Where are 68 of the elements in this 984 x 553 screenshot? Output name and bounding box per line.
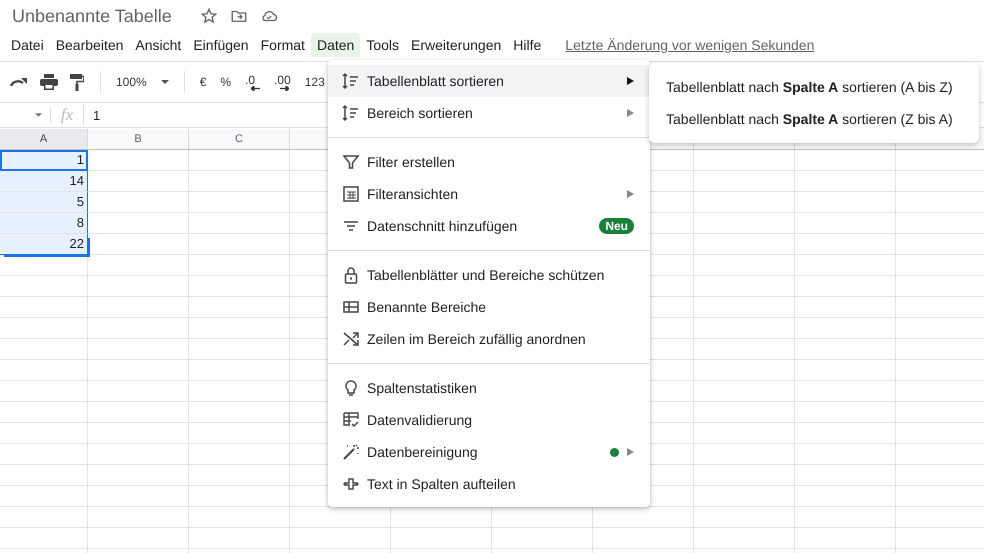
menu-label: Datenbereinigung [367, 444, 479, 460]
table-cell[interactable]: 8 [0, 213, 88, 234]
fx-label: fx [51, 105, 84, 125]
star-icon[interactable] [200, 7, 218, 25]
magic-wand-icon [342, 443, 360, 461]
menu-label: Zeilen im Bereich zufällig anordnen [367, 331, 587, 347]
column-header[interactable]: B [88, 129, 189, 149]
menu-item[interactable]: Spaltenstatistiken [328, 372, 650, 404]
menu-item[interactable]: Text in Spalten aufteilen [328, 468, 650, 500]
print-icon[interactable] [40, 74, 58, 90]
column-header[interactable]: A [0, 129, 88, 149]
menu-item[interactable]: Bearbeiten [50, 33, 130, 57]
percent-button[interactable]: % [213, 71, 238, 93]
document-title[interactable]: Unbenannte Tabelle [12, 6, 172, 26]
menu-item[interactable]: Tools [360, 33, 405, 57]
menu-label: Spaltenstatistiken [367, 380, 478, 396]
sort-icon [342, 104, 360, 122]
arrow-left-icon [251, 86, 260, 90]
increase-decimals-button[interactable]: .00 [267, 72, 298, 92]
menu-item[interactable]: Datenbereinigung [328, 436, 650, 468]
menu-item[interactable]: Ansicht [129, 33, 188, 57]
menu-item[interactable]: Datenvalidierung [328, 404, 650, 436]
table-cell[interactable]: 22 [0, 234, 88, 255]
menu-item[interactable]: Benannte Bereiche [328, 291, 650, 323]
menu-label: Tabellenblatt sortieren [367, 73, 505, 89]
menu-item[interactable]: Daten [310, 33, 360, 57]
sort-icon [342, 72, 360, 90]
zoom-dropdown[interactable]: 100% [109, 71, 176, 93]
arrow-right-icon [280, 86, 290, 90]
menu-item[interactable]: Filter erstellen [328, 146, 650, 178]
new-badge: Neu [599, 218, 634, 234]
table-cell[interactable]: 5 [0, 192, 88, 213]
menu-label: Datenschnitt hinzufügen [367, 218, 518, 234]
decrease-decimals-button[interactable]: .0 [238, 72, 268, 92]
caret-icon [160, 80, 169, 84]
paint-format-icon[interactable] [70, 74, 84, 90]
filter-icon [342, 153, 360, 171]
menu-item[interactable]: Datei [5, 33, 50, 57]
menu-item[interactable]: Tabellenblatt sortieren [328, 65, 650, 97]
menu-item[interactable]: Format [254, 33, 311, 57]
validation-icon [342, 411, 360, 429]
menu-item[interactable]: Hilfe [507, 33, 548, 57]
menu-label: Filteransichten [367, 186, 460, 202]
menu-label: Datenvalidierung [367, 412, 474, 428]
table-cell[interactable]: 14 [0, 171, 88, 192]
menu-item[interactable]: Bereich sortieren [328, 97, 650, 129]
menu-item[interactable]: Filteransichten [328, 178, 650, 210]
currency-button[interactable]: € [192, 71, 214, 93]
column-header[interactable]: C [189, 129, 290, 149]
menu-item[interactable]: Tabellenblatt nach Spalte A sortieren (A bis Z) [649, 71, 979, 103]
menu-item[interactable]: Einfügen [187, 33, 255, 57]
caret-icon [35, 113, 42, 117]
menu-label: Filter erstellen [367, 154, 456, 170]
last-edit-link[interactable]: Letzte Änderung vor wenigen Sekunden [565, 37, 814, 53]
shuffle-icon [342, 330, 360, 348]
redo-icon[interactable] [10, 76, 28, 88]
menu-item[interactable]: Tabellenblätter und Bereiche schützen [328, 259, 650, 291]
filter-views-icon [342, 185, 360, 203]
menu-item[interactable]: Tabellenblatt nach Spalte A sortieren (Z bis A) [649, 103, 979, 135]
lock-icon [342, 266, 360, 284]
menu-item[interactable]: Zeilen im Bereich zufällig anordnen [328, 323, 650, 355]
menu-label: Tabellenblätter und Bereiche schützen [367, 267, 606, 283]
menu-label: Bereich sortieren [367, 105, 474, 121]
menu-label: Text in Spalten aufteilen [367, 476, 517, 492]
formula-input[interactable]: 1 [84, 108, 100, 122]
menu-item[interactable]: Datenschnitt hinzufügen Neu [328, 210, 650, 242]
menu-label: Benannte Bereiche [367, 299, 488, 315]
menu-item[interactable]: Erweiterungen [405, 33, 508, 57]
